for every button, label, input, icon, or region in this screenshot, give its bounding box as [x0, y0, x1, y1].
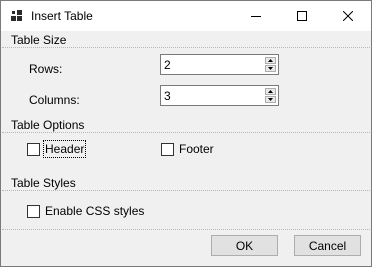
rows-spinner	[265, 57, 276, 72]
rows-value: 2	[164, 58, 171, 72]
css-styles-checkbox[interactable]	[27, 205, 40, 218]
ok-button[interactable]: OK	[211, 235, 278, 256]
window-title: Insert Table	[31, 9, 93, 23]
footer-checkbox[interactable]	[161, 143, 174, 156]
ok-button-label: OK	[235, 238, 254, 253]
chevron-up-icon	[268, 59, 273, 62]
cancel-button[interactable]: Cancel	[294, 235, 361, 256]
divider	[2, 47, 370, 48]
close-button[interactable]	[325, 1, 371, 31]
rows-label: Rows:	[29, 62, 63, 76]
maximize-icon	[297, 11, 307, 21]
insert-table-dialog: Insert Table Table Size Rows: 2 Columns:…	[0, 0, 372, 267]
chevron-down-icon	[268, 98, 273, 101]
table-options-heading: Table Options	[11, 118, 85, 132]
columns-value: 3	[164, 89, 171, 103]
footer-checkbox-label[interactable]: Footer	[179, 142, 214, 156]
columns-decrement-button[interactable]	[265, 96, 276, 103]
columns-increment-button[interactable]	[265, 88, 276, 95]
close-icon	[343, 11, 353, 21]
title-bar[interactable]: Insert Table	[1, 1, 371, 31]
chevron-up-icon	[268, 90, 273, 93]
columns-spinner	[265, 88, 276, 103]
columns-label: Columns:	[29, 93, 80, 107]
maximize-button[interactable]	[279, 1, 325, 31]
rows-stepper[interactable]: 2	[160, 54, 279, 75]
table-size-heading: Table Size	[11, 33, 67, 47]
minimize-button[interactable]	[233, 1, 279, 31]
columns-stepper[interactable]: 3	[160, 85, 279, 106]
divider	[2, 229, 370, 230]
css-styles-checkbox-label[interactable]: Enable CSS styles	[45, 204, 144, 218]
dialog-body: Table Size Rows: 2 Columns: 3 Table Opti…	[1, 31, 371, 266]
divider	[2, 190, 370, 191]
table-icon	[11, 10, 22, 21]
header-checkbox-label[interactable]: Header	[42, 140, 87, 158]
table-styles-heading: Table Styles	[11, 176, 76, 190]
divider	[2, 132, 370, 133]
rows-increment-button[interactable]	[265, 57, 276, 64]
rows-decrement-button[interactable]	[265, 65, 276, 72]
minimize-icon	[251, 16, 261, 17]
header-checkbox[interactable]	[27, 143, 40, 156]
chevron-down-icon	[268, 67, 273, 70]
cancel-button-label: Cancel	[308, 238, 347, 253]
